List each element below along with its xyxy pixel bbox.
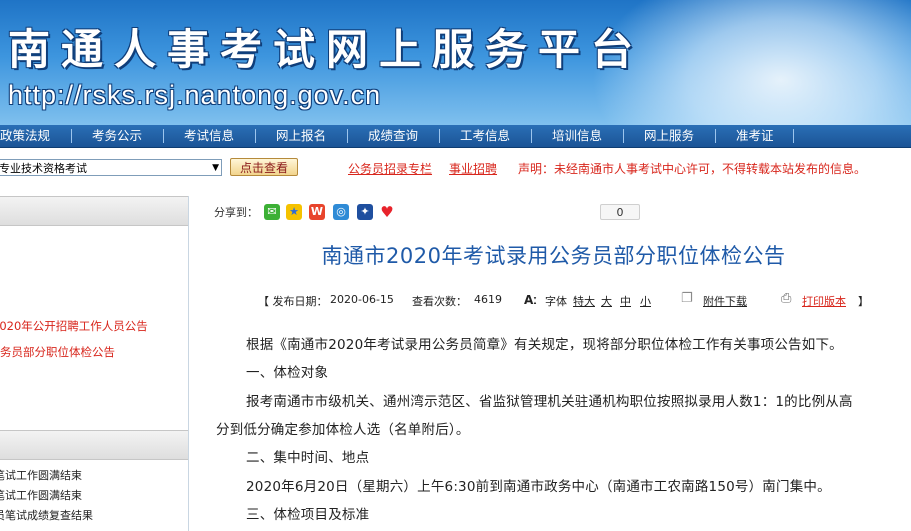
nav-item-announcements[interactable]: 考务公示 [92, 125, 142, 147]
tencent-icon[interactable]: ◎ [333, 204, 349, 220]
sidebar-box-header [0, 430, 188, 460]
font-l-link[interactable]: 大 [601, 293, 612, 309]
sidebar-news-item[interactable]: 务员部分职位体检公告 [0, 344, 115, 360]
article-title: 南通市2020年考试录用公务员部分职位体检公告 [321, 244, 786, 268]
nav-item-exam-info[interactable]: 考试信息 [184, 125, 234, 147]
meta-close-bracket: 】 [858, 295, 869, 308]
select-value: 评专业技术资格考试 [0, 162, 87, 175]
attachment-icon: ❐ [681, 291, 693, 306]
share-count: 0 [600, 204, 640, 220]
main-nav: 政策法规 考务公示 考试信息 网上报名 成绩查询 工考信息 培训信息 网上服务 … [0, 125, 911, 148]
sidebar-box-header [0, 196, 188, 226]
sidebar-news-item[interactable]: 员笔试成绩复查结果 [0, 507, 93, 523]
nav-separator [715, 129, 716, 143]
printer-icon: ⎙ [781, 291, 792, 306]
font-size-label: 字体 [545, 295, 567, 308]
font-xl-link[interactable]: 特大 [573, 293, 595, 309]
left-sidebar: 2020年公开招聘工作人员公告 务员部分职位体检公告 笔试工作圆满结束 笔试工作… [0, 196, 189, 531]
nav-separator [71, 129, 72, 143]
query-button[interactable]: 点击查看 [230, 158, 298, 176]
article-heading: 一、体检对象 [246, 365, 329, 381]
publish-date: 2020-06-15 [330, 293, 394, 306]
site-url: http://rsks.rsj.nantong.gov.cn [8, 80, 382, 110]
like-icon[interactable]: ♥ [379, 204, 395, 220]
exam-category-select[interactable]: 评专业技术资格考试 ▼ [0, 159, 222, 176]
font-size-icon: Aː [524, 293, 538, 307]
print-link[interactable]: 打印版本 [802, 293, 846, 309]
nav-item-policy[interactable]: 政策法规 [0, 125, 50, 147]
wechat-icon[interactable]: ✉ [264, 204, 280, 220]
site-title: 南通人事考试网上服务平台 [8, 25, 645, 74]
nav-item-worker-exam[interactable]: 工考信息 [460, 125, 510, 147]
nav-separator [347, 129, 348, 143]
nav-separator [623, 129, 624, 143]
chevron-down-icon[interactable]: ▼ [212, 160, 219, 177]
site-banner: 南通人事考试网上服务平台 http://rsks.rsj.nantong.gov… [0, 0, 911, 125]
nav-item-training[interactable]: 培训信息 [552, 125, 602, 147]
article-paragraph: 分到低分确定参加体检人选（名单附后）。 [216, 422, 470, 438]
nav-item-admission-ticket[interactable]: 准考证 [736, 125, 774, 147]
article-paragraph: 2020年6月20日（星期六）上午6:30前到南通市政务中心（南通市工农南路15… [246, 479, 831, 495]
views-label: 查看次数： [412, 295, 467, 308]
attachment-link[interactable]: 附件下载 [703, 293, 747, 309]
nav-separator [255, 129, 256, 143]
civil-servant-link[interactable]: 公务员招录专栏 [348, 160, 432, 177]
public-institution-link[interactable]: 事业招聘 [449, 160, 497, 177]
nav-item-online-service[interactable]: 网上服务 [644, 125, 694, 147]
copyright-notice: 声明：未经南通市人事考试中心许可，不得转载本站发布的信息。 [518, 162, 867, 176]
views-count: 4619 [474, 293, 502, 306]
article-paragraph: 根据《南通市2020年考试录用公务员简章》有关规定，现将部分职位体检工作有关事项… [246, 337, 843, 353]
font-m-link[interactable]: 中 [620, 293, 631, 309]
article-paragraph: 报考南通市市级机关、通州湾示范区、省监狱管理机关驻通机构职位按照拟录用人数1：1… [246, 394, 853, 410]
sidebar-news-item[interactable]: 笔试工作圆满结束 [0, 467, 82, 483]
weibo-icon[interactable]: W [309, 204, 325, 220]
share-label: 分享到： [214, 206, 258, 219]
nav-item-online-registration[interactable]: 网上报名 [276, 125, 326, 147]
nav-separator [439, 129, 440, 143]
article-heading: 三、体检项目及标准 [246, 507, 370, 523]
article-panel: 分享到： ✉ ★ W ◎ ✦ ♥ 0 南通市2020年考试录用公务员部分职位体检… [196, 196, 911, 531]
nav-separator [163, 129, 164, 143]
qzone-icon[interactable]: ★ [286, 204, 302, 220]
nav-item-score-query[interactable]: 成绩查询 [368, 125, 418, 147]
nav-separator [793, 129, 794, 143]
sidebar-news-item[interactable]: 笔试工作圆满结束 [0, 487, 82, 503]
font-s-link[interactable]: 小 [640, 293, 651, 309]
renren-icon[interactable]: ✦ [357, 204, 373, 220]
search-row: 评专业技术资格考试 ▼ 点击查看 公务员招录专栏 事业招聘 声明：未经南通市人事… [0, 148, 911, 188]
publish-label: 【 发布日期： [258, 295, 328, 308]
article-heading: 二、集中时间、地点 [246, 450, 370, 466]
sidebar-news-item[interactable]: 2020年公开招聘工作人员公告 [0, 318, 148, 334]
nav-separator [531, 129, 532, 143]
